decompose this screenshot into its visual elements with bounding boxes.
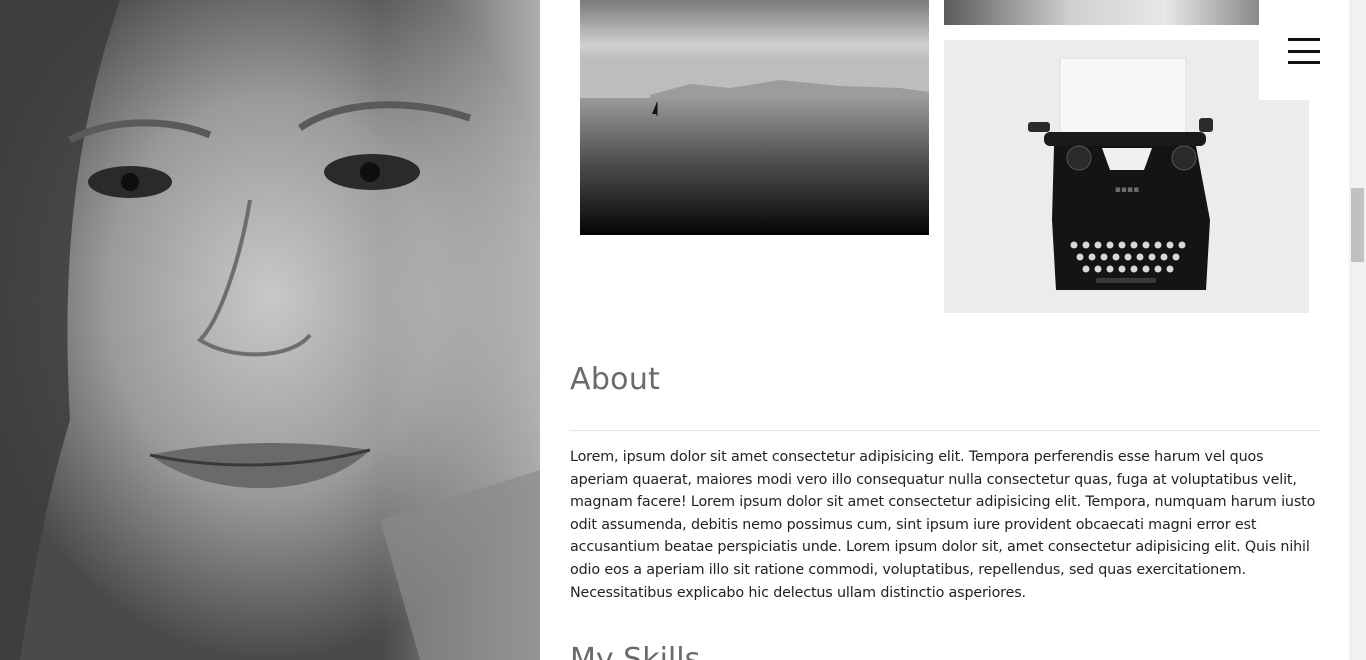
typewriter-photo: ▪▪▪▪ — [944, 40, 1309, 313]
hamburger-icon — [1259, 0, 1349, 100]
about-heading: About — [570, 362, 661, 397]
page: ▪▪▪▪ About Lorem, ipsum dolor sit amet c… — [0, 0, 1366, 660]
svg-text:▪▪▪▪: ▪▪▪▪ — [1115, 185, 1139, 195]
sea-photo — [580, 0, 929, 235]
divider — [570, 430, 1319, 431]
menu-button[interactable] — [1259, 0, 1349, 100]
portrait-photo — [0, 0, 540, 660]
vertical-scrollbar[interactable] — [1349, 0, 1366, 660]
skills-heading: My Skills — [570, 642, 701, 660]
about-paragraph: Lorem, ipsum dolor sit amet consectetur … — [570, 449, 1316, 601]
scrollbar-thumb[interactable] — [1351, 188, 1364, 262]
cropped-photo — [944, 0, 1259, 25]
